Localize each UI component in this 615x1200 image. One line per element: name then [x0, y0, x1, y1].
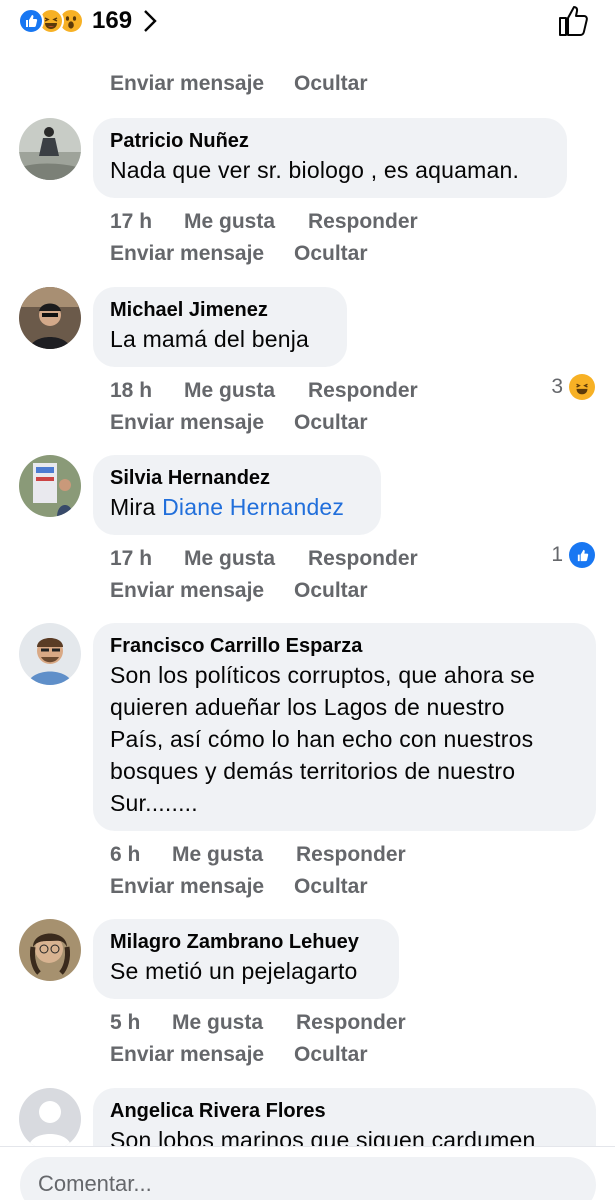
reactions-summary[interactable]: 169 [18, 7, 158, 35]
comment-bubble: Michael Jimenez La mamá del benja [93, 287, 347, 367]
comment-text-line: Son los políticos corruptos, que ahora s… [110, 662, 535, 688]
hide-link[interactable]: Ocultar [294, 875, 368, 899]
send-message-link[interactable]: Enviar mensaje [110, 411, 264, 435]
hide-link[interactable]: Ocultar [294, 72, 368, 96]
comment-author[interactable]: Michael Jimenez [110, 297, 329, 323]
send-message-link[interactable]: Enviar mensaje [110, 1043, 264, 1067]
reply-link[interactable]: Responder [296, 1011, 406, 1035]
comment-time[interactable]: 6 h [110, 843, 140, 867]
like-icon [18, 8, 44, 34]
avatar[interactable] [19, 118, 81, 180]
send-message-link[interactable]: Enviar mensaje [110, 72, 264, 96]
comment-reactions[interactable]: 1 [551, 542, 595, 568]
avatar[interactable] [19, 455, 81, 517]
like-icon [569, 542, 595, 568]
comment-author[interactable]: Angelica Rivera Flores [110, 1098, 578, 1124]
mention-link[interactable]: Diane Hernandez [162, 494, 344, 520]
comment-time[interactable]: 17 h [110, 210, 152, 234]
send-message-link[interactable]: Enviar mensaje [110, 875, 264, 899]
comment-text: Mira Diane Hernandez [110, 491, 363, 523]
comment-bubble: Milagro Zambrano Lehuey Se metió un peje… [93, 919, 399, 999]
comment-reactions[interactable]: 3 [551, 374, 595, 400]
like-link[interactable]: Me gusta [184, 379, 275, 403]
chevron-right-icon [142, 9, 158, 33]
comment-time[interactable]: 17 h [110, 547, 152, 571]
comment-time[interactable]: 5 h [110, 1011, 140, 1035]
reaction-total: 3 [551, 375, 563, 398]
comment-text-line: bosques y demás territorios de nuestro [110, 758, 516, 784]
reply-link[interactable]: Responder [308, 547, 418, 571]
comment-time[interactable]: 18 h [110, 379, 152, 403]
comment-bubble: Francisco Carrillo Esparza Son los polít… [93, 623, 596, 831]
like-link[interactable]: Me gusta [172, 843, 263, 867]
comment-text-line: País, así cómo lo han echo con nuestros [110, 726, 534, 752]
hide-link[interactable]: Ocultar [294, 1043, 368, 1067]
comment-composer-bar: Comentar... [0, 1146, 615, 1200]
comment-author[interactable]: Patricio Nuñez [110, 128, 549, 154]
comment-bubble: Silvia Hernandez Mira Diane Hernandez [93, 455, 381, 535]
send-message-link[interactable]: Enviar mensaje [110, 579, 264, 603]
comment-author[interactable]: Francisco Carrillo Esparza [110, 633, 578, 659]
reaction-count: 169 [92, 7, 133, 34]
send-message-link[interactable]: Enviar mensaje [110, 242, 264, 266]
hide-link[interactable]: Ocultar [294, 411, 368, 435]
post-header: 169 [0, 0, 615, 46]
like-link[interactable]: Me gusta [184, 547, 275, 571]
comment-text-prefix: Mira [110, 494, 156, 520]
comment-text: Se metió un pejelagarto [110, 958, 358, 984]
reaction-total: 1 [551, 543, 563, 566]
avatar[interactable] [19, 287, 81, 349]
haha-icon [569, 374, 595, 400]
reply-link[interactable]: Responder [308, 210, 418, 234]
comment-text: La mamá del benja [110, 326, 310, 352]
comment-bubble: Patricio Nuñez Nada que ver sr. biologo … [93, 118, 567, 198]
like-outline-icon[interactable] [557, 4, 591, 43]
comment-author[interactable]: Milagro Zambrano Lehuey [110, 929, 381, 955]
like-link[interactable]: Me gusta [184, 210, 275, 234]
comment-author[interactable]: Silvia Hernandez [110, 465, 363, 491]
avatar[interactable] [19, 919, 81, 981]
hide-link[interactable]: Ocultar [294, 579, 368, 603]
comment-text-line: Sur........ [110, 790, 198, 816]
reply-link[interactable]: Responder [296, 843, 406, 867]
default-avatar-icon[interactable] [19, 1088, 81, 1150]
avatar[interactable] [19, 623, 81, 685]
comment-input[interactable]: Comentar... [20, 1157, 596, 1200]
comment-text: Nada que ver sr. biologo , es aquaman. [110, 157, 520, 183]
like-link[interactable]: Me gusta [172, 1011, 263, 1035]
hide-link[interactable]: Ocultar [294, 242, 368, 266]
reply-link[interactable]: Responder [308, 379, 418, 403]
comment-text-line: quieren adueñar los Lagos de nuestro [110, 694, 505, 720]
